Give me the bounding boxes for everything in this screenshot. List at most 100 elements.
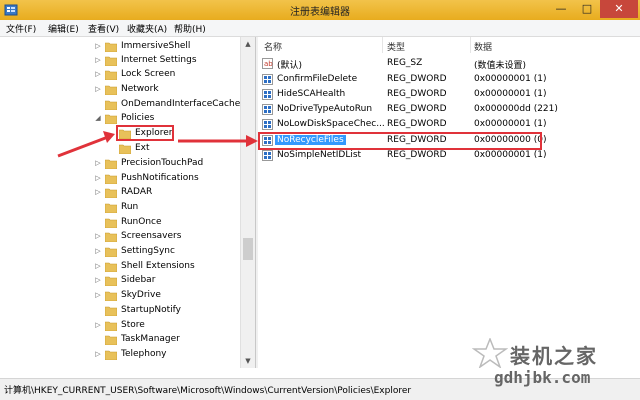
value-row[interactable]: NoSimpleNetIDList REG_DWORD 0x00000001 (… [258, 148, 640, 163]
expand-arrow-icon[interactable]: ▷ [94, 276, 102, 284]
folder-icon [105, 232, 117, 242]
tree-item-label: SkyDrive [121, 290, 161, 300]
tree-item-label: Network [121, 84, 159, 94]
menu-favorites[interactable]: 收藏夹(A) [127, 22, 167, 35]
value-row[interactable]: NoLowDiskSpaceChec... REG_DWORD 0x000000… [258, 117, 640, 132]
expand-arrow-icon[interactable]: ▷ [94, 42, 102, 50]
tree-item-label: Telephony [121, 349, 167, 359]
tree-item-label: OnDemandInterfaceCache [121, 99, 241, 109]
close-button[interactable]: ✕ [600, 0, 638, 18]
value-row[interactable]: ConfirmFileDelete REG_DWORD 0x00000001 (… [258, 72, 640, 87]
expand-arrow-icon[interactable]: ▷ [94, 247, 102, 255]
tree-item-label: Shell Extensions [121, 261, 195, 271]
folder-icon [105, 247, 117, 257]
open-folder-icon [105, 114, 117, 124]
folder-icon [105, 262, 117, 272]
value-name: (默认) [277, 61, 303, 71]
dword-value-icon [262, 150, 273, 161]
column-divider[interactable] [470, 37, 471, 53]
value-row[interactable]: ab (默认) REG_SZ (数值未设置) [258, 56, 640, 71]
value-type: REG_SZ [387, 58, 423, 68]
expand-arrow-icon[interactable]: ▷ [94, 85, 102, 93]
folder-icon [105, 85, 117, 95]
expand-arrow-icon[interactable]: ▷ [94, 321, 102, 329]
column-header-type[interactable]: 类型 [387, 40, 405, 53]
value-type: REG_DWORD [387, 104, 447, 114]
tree-item-label: TaskManager [121, 334, 180, 344]
folder-icon [105, 159, 117, 169]
star-logo-icon [472, 338, 508, 368]
column-header-data[interactable]: 数据 [474, 40, 492, 53]
tree-item-label: Lock Screen [121, 69, 176, 79]
folder-icon [105, 42, 117, 52]
watermark-url: gdhjbk.com [494, 368, 591, 387]
expand-arrow-icon[interactable]: ▷ [94, 70, 102, 78]
folder-icon [105, 174, 117, 184]
tree-item-label: RADAR [121, 187, 153, 197]
folder-icon [105, 276, 117, 286]
annotation-box-explorer [116, 125, 174, 141]
folder-icon [105, 218, 117, 228]
value-name: ConfirmFileDelete [277, 74, 358, 84]
expand-arrow-icon[interactable]: ▷ [94, 174, 102, 182]
folder-icon [105, 306, 117, 316]
menu-edit[interactable]: 编辑(E) [48, 22, 79, 35]
tree-scrollbar[interactable]: ▲ ▼ [240, 37, 255, 368]
value-data: 0x00000001 (1) [474, 119, 547, 129]
value-type: REG_DWORD [387, 119, 447, 129]
value-name: NoSimpleNetIDList [277, 150, 362, 160]
column-divider[interactable] [382, 37, 383, 53]
tree-item-label: Sidebar [121, 275, 156, 285]
value-name: NoDriveTypeAutoRun [277, 104, 373, 114]
expand-arrow-icon[interactable]: ▷ [94, 188, 102, 196]
value-data: 0x000000dd (221) [474, 104, 558, 114]
expand-arrow-icon[interactable]: ▷ [94, 262, 102, 270]
menu-file[interactable]: 文件(F) [6, 22, 36, 35]
tree-item-label: Ext [135, 143, 150, 153]
tree-item-label: StartupNotify [121, 305, 182, 315]
window-title: 注册表编辑器 [290, 7, 350, 18]
maximize-button[interactable]: □ [574, 0, 600, 18]
tree-item-label: Internet Settings [121, 55, 197, 65]
annotation-box-norecyclefiles [258, 132, 542, 150]
tree-item-label: Store [121, 320, 145, 330]
value-name: NoLowDiskSpaceChec... [277, 119, 385, 129]
dword-value-icon [262, 119, 273, 130]
collapse-arrow-icon[interactable]: ◢ [94, 114, 102, 122]
expand-arrow-icon[interactable]: ▷ [94, 56, 102, 64]
scroll-down-arrow-icon[interactable]: ▼ [241, 354, 255, 368]
value-data: 0x00000001 (1) [474, 150, 547, 160]
dword-value-icon [262, 89, 273, 100]
scroll-up-arrow-icon[interactable]: ▲ [241, 37, 255, 51]
site-watermark: 装机之家 gdhjbk.com [470, 338, 640, 398]
value-row[interactable]: HideSCAHealth REG_DWORD 0x00000001 (1) [258, 87, 640, 102]
tree-item-label: PushNotifications [121, 173, 199, 183]
tree-item-label: Run [121, 202, 139, 212]
value-data: (数值未设置) [474, 61, 527, 71]
value-type: REG_DWORD [387, 150, 447, 160]
value-row[interactable]: NoDriveTypeAutoRun REG_DWORD 0x000000dd … [258, 102, 640, 117]
value-type: REG_DWORD [387, 89, 447, 99]
expand-arrow-icon[interactable]: ▷ [94, 350, 102, 358]
folder-icon [119, 144, 131, 154]
value-type: REG_DWORD [387, 74, 447, 84]
folder-icon [105, 335, 117, 345]
minimize-button[interactable]: — [548, 0, 574, 18]
tree-item-label: Screensavers [121, 231, 182, 241]
folder-icon [105, 350, 117, 360]
menu-bar: 文件(F) 编辑(E) 查看(V) 收藏夹(A) 帮助(H) [0, 20, 640, 37]
dword-value-icon [262, 74, 273, 85]
folder-icon [105, 188, 117, 198]
expand-arrow-icon[interactable]: ▷ [94, 159, 102, 167]
menu-view[interactable]: 查看(V) [88, 22, 119, 35]
values-list: 名称 类型 数据 ab (默认) REG_SZ (数值未设置) ConfirmF… [258, 37, 640, 368]
scrollbar-thumb[interactable] [243, 238, 253, 260]
menu-help[interactable]: 帮助(H) [174, 22, 206, 35]
column-header-name[interactable]: 名称 [264, 40, 282, 53]
registry-tree: ▷ ImmersiveShell ▷ Internet Settings ▷ L… [0, 37, 255, 368]
folder-icon [105, 291, 117, 301]
value-data: 0x00000001 (1) [474, 74, 547, 84]
expand-arrow-icon[interactable]: ▷ [94, 232, 102, 240]
string-value-icon: ab [262, 58, 273, 69]
expand-arrow-icon[interactable]: ▷ [94, 291, 102, 299]
